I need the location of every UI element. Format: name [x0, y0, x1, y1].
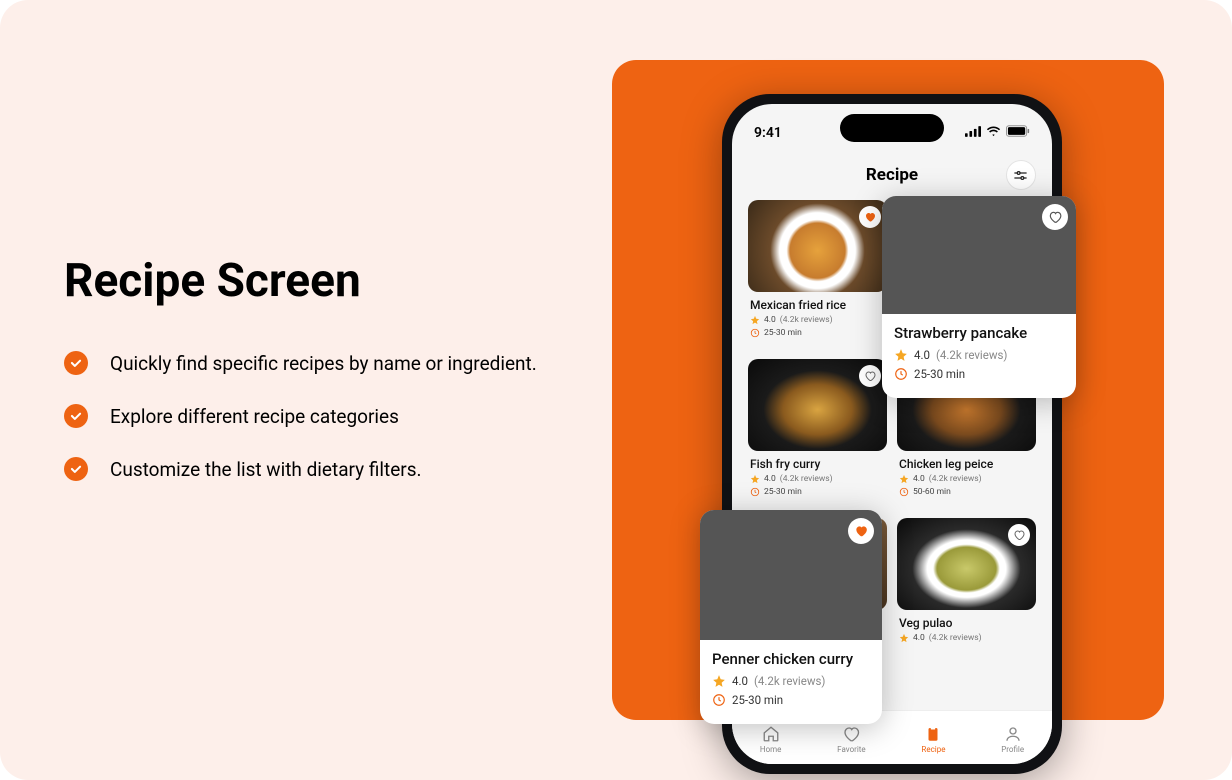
favorite-button[interactable]: [848, 518, 874, 544]
star-icon: [899, 474, 909, 484]
nav-recipe[interactable]: Recipe: [921, 725, 945, 754]
check-icon: [64, 404, 88, 428]
recipe-title: Veg pulao: [899, 616, 1034, 630]
heart-icon: [1013, 529, 1025, 541]
feature-item: Customize the list with dietary filters.: [64, 455, 564, 484]
clock-icon: [894, 367, 908, 381]
nav-favorite[interactable]: Favorite: [837, 725, 865, 754]
heart-icon: [864, 211, 876, 223]
favorite-button[interactable]: [859, 365, 881, 387]
rating-row: 4.0(4.2k reviews): [899, 633, 1034, 643]
nav-home[interactable]: Home: [760, 725, 782, 754]
recipe-title: Chicken leg peice: [899, 457, 1034, 471]
clock-icon: [750, 487, 760, 497]
recipe-card[interactable]: Mexican fried rice 4.0(4.2k reviews) 25-…: [748, 200, 887, 349]
page-title: Recipe Screen: [64, 256, 564, 307]
heart-icon: [854, 524, 868, 538]
screen-title: Recipe: [866, 165, 918, 185]
rating-row: 4.0(4.2k reviews): [712, 674, 870, 688]
user-icon: [1004, 725, 1022, 743]
rating-row: 4.0(4.2k reviews): [750, 315, 885, 325]
feature-list: Quickly find specific recipes by name or…: [64, 349, 564, 485]
star-icon: [750, 474, 760, 484]
favorite-button[interactable]: [1008, 524, 1030, 546]
clipboard-icon: [924, 725, 942, 743]
recipe-card[interactable]: Fish fry curry 4.0(4.2k reviews) 25-30 m…: [748, 359, 887, 508]
recipe-card[interactable]: Veg pulao 4.0(4.2k reviews): [897, 518, 1036, 667]
star-icon: [899, 633, 909, 643]
feature-text: Customize the list with dietary filters.: [110, 455, 422, 484]
sliders-icon: [1013, 168, 1028, 183]
app-header: Recipe: [732, 148, 1052, 200]
heart-icon: [1048, 210, 1062, 224]
home-icon: [762, 725, 780, 743]
time-row: 25-30 min: [750, 487, 885, 497]
recipe-card-popout[interactable]: Penner chicken curry 4.0(4.2k reviews) 2…: [700, 510, 882, 724]
recipe-title: Fish fry curry: [750, 457, 885, 471]
heart-icon: [842, 725, 860, 743]
battery-icon: [1006, 125, 1030, 141]
rating-row: 4.0(4.2k reviews): [750, 474, 885, 484]
dynamic-island: [840, 114, 944, 142]
check-icon: [64, 351, 88, 375]
recipe-title: Mexican fried rice: [750, 298, 885, 312]
check-icon: [64, 457, 88, 481]
clock-icon: [750, 328, 760, 338]
recipe-image: [882, 196, 1076, 314]
wifi-icon: [986, 125, 1001, 141]
recipe-title: Strawberry pancake: [894, 324, 1064, 342]
filter-button[interactable]: [1006, 160, 1036, 190]
time-row: 25-30 min: [894, 367, 1064, 381]
recipe-title: Penner chicken curry: [712, 650, 870, 668]
status-time: 9:41: [754, 125, 782, 141]
rating-row: 4.0(4.2k reviews): [894, 348, 1064, 362]
star-icon: [894, 348, 908, 362]
recipe-image: [897, 518, 1036, 610]
rating-row: 4.0(4.2k reviews): [899, 474, 1034, 484]
favorite-button[interactable]: [1042, 204, 1068, 230]
favorite-button[interactable]: [859, 206, 881, 228]
recipe-image: [748, 359, 887, 451]
time-row: 25-30 min: [712, 693, 870, 707]
star-icon: [712, 674, 726, 688]
recipe-card-popout[interactable]: Strawberry pancake 4.0(4.2k reviews) 25-…: [882, 196, 1076, 398]
recipe-image: [700, 510, 882, 640]
nav-profile[interactable]: Profile: [1001, 725, 1024, 754]
feature-text: Quickly find specific recipes by name or…: [110, 349, 537, 378]
clock-icon: [712, 693, 726, 707]
star-icon: [750, 315, 760, 325]
feature-item: Quickly find specific recipes by name or…: [64, 349, 564, 378]
heart-icon: [864, 370, 876, 382]
time-row: 25-30 min: [750, 328, 885, 338]
recipe-image: [748, 200, 887, 292]
feature-item: Explore different recipe categories: [64, 402, 564, 431]
feature-text: Explore different recipe categories: [110, 402, 399, 431]
clock-icon: [899, 487, 909, 497]
signal-icon: [965, 125, 981, 141]
time-row: 50-60 min: [899, 487, 1034, 497]
